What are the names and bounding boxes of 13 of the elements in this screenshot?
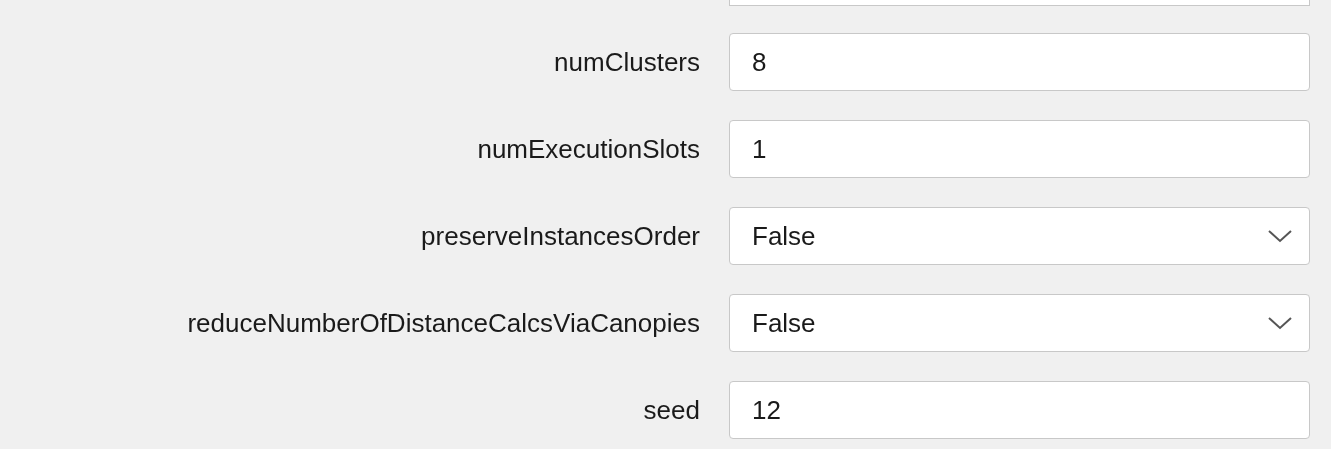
chevron-down-icon: [1267, 316, 1293, 330]
input-field[interactable]: 1: [729, 120, 1310, 178]
field-label: reduceNumberOfDistanceCalcsViaCanopies: [186, 307, 700, 339]
field-label: preserveInstancesOrder: [420, 220, 700, 252]
field-label: numClusters: [553, 46, 700, 78]
input-field[interactable]: [729, 0, 1310, 6]
field-label: numExecutionSlots: [476, 133, 700, 165]
input-field[interactable]: 8: [729, 33, 1310, 91]
dropdown[interactable]: False: [729, 207, 1310, 265]
input-field[interactable]: 12: [729, 381, 1310, 439]
dropdown[interactable]: False: [729, 294, 1310, 352]
field-label: seed: [642, 394, 700, 426]
chevron-down-icon: [1267, 229, 1293, 243]
